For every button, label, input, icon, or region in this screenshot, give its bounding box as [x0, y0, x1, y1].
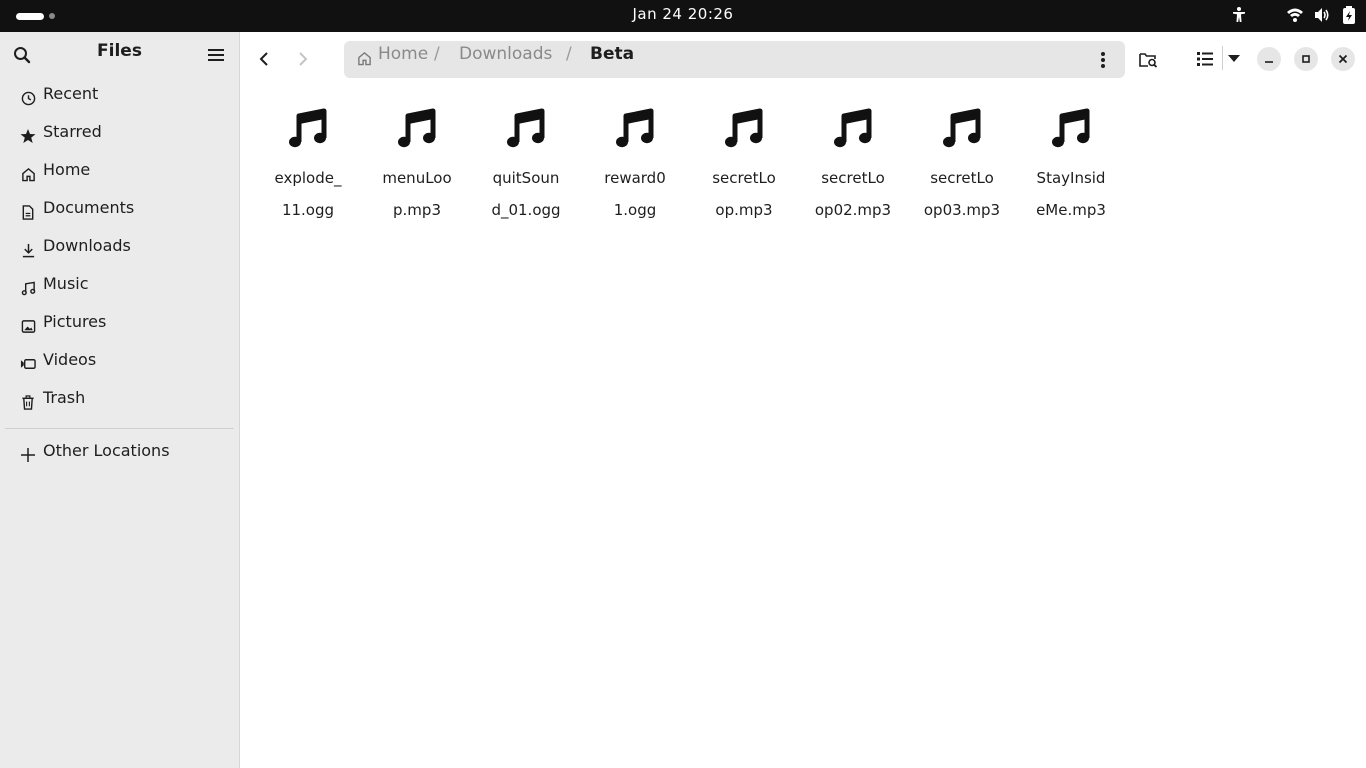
file-name: secretLo op03.mp3 — [923, 169, 1001, 219]
file-item[interactable]: secretLo op.mp3 — [692, 108, 796, 226]
chevron-down-icon — [1228, 55, 1240, 62]
battery-icon[interactable] — [1342, 6, 1356, 24]
more-options-icon[interactable] — [1100, 51, 1106, 73]
music-icon — [20, 280, 36, 296]
view-options-dropdown[interactable] — [1226, 50, 1242, 68]
sidebar-item-label: Videos — [43, 350, 97, 369]
audio-file-icon — [365, 108, 469, 164]
video-icon — [20, 356, 36, 372]
document-icon — [20, 204, 36, 220]
path-bar[interactable]: Home / Downloads / Beta — [344, 41, 1125, 78]
breadcrumb-separator: / — [566, 44, 572, 64]
wifi-icon[interactable] — [1286, 7, 1304, 23]
plus-icon — [20, 447, 36, 463]
folder-search-icon — [1138, 52, 1157, 68]
minimize-button[interactable] — [1257, 47, 1281, 71]
file-name: menuLoo p.mp3 — [382, 169, 452, 219]
file-name: secretLo op.mp3 — [712, 169, 776, 219]
file-name: explode_ 11.ogg — [274, 169, 342, 219]
search-folder-button[interactable] — [1137, 48, 1159, 70]
chevron-left-icon — [259, 52, 268, 66]
breadcrumb-current[interactable]: Beta — [590, 44, 634, 64]
file-name: quitSoun d_01.ogg — [491, 169, 561, 219]
sidebar: Files Recent Starred Home Documents Down… — [0, 32, 240, 768]
chevron-right-icon — [299, 52, 308, 66]
sidebar-item-videos[interactable]: Videos — [0, 344, 239, 382]
sidebar-item-label: Documents — [43, 198, 135, 217]
forward-button[interactable] — [292, 48, 314, 70]
maximize-icon — [1302, 55, 1310, 63]
sidebar-header: Files — [0, 32, 239, 78]
sidebar-item-music[interactable]: Music — [0, 268, 239, 306]
sidebar-item-label: Other Locations — [43, 441, 170, 460]
sidebar-item-label: Pictures — [43, 312, 107, 331]
sidebar-item-label: Trash — [43, 388, 86, 407]
file-name: StayInsid eMe.mp3 — [1036, 169, 1106, 219]
app-title: Files — [97, 41, 142, 61]
file-item[interactable]: secretLo op03.mp3 — [910, 108, 1014, 226]
file-item[interactable]: StayInsid eMe.mp3 — [1019, 108, 1123, 226]
list-view-button[interactable] — [1194, 48, 1216, 70]
sidebar-item-downloads[interactable]: Downloads — [0, 230, 239, 268]
audio-file-icon — [910, 108, 1014, 164]
minimize-icon — [1265, 61, 1273, 63]
download-icon — [20, 242, 36, 258]
clock-icon — [20, 90, 36, 106]
audio-file-icon — [256, 108, 360, 164]
hamburger-menu-icon[interactable] — [207, 47, 225, 67]
audio-file-icon — [801, 108, 905, 164]
home-icon — [20, 166, 36, 182]
audio-file-icon — [583, 108, 687, 164]
file-item[interactable]: secretLo op02.mp3 — [801, 108, 905, 226]
audio-file-icon — [1019, 108, 1123, 164]
breadcrumb-separator: / — [434, 44, 440, 64]
clock[interactable]: Jan 24 20:26 — [0, 5, 1366, 23]
file-name: reward0 1.ogg — [604, 169, 666, 219]
audio-file-icon — [474, 108, 578, 164]
sidebar-item-trash[interactable]: Trash — [0, 382, 239, 420]
file-item[interactable]: menuLoo p.mp3 — [365, 108, 469, 226]
home-icon — [357, 51, 372, 70]
sidebar-item-home[interactable]: Home — [0, 154, 239, 192]
file-name: secretLo op02.mp3 — [814, 169, 892, 219]
sidebar-item-other-locations[interactable]: Other Locations — [0, 435, 239, 473]
list-view-icon — [1197, 52, 1213, 66]
close-button[interactable] — [1331, 47, 1355, 71]
breadcrumb-home[interactable]: Home — [378, 44, 428, 64]
view-divider — [1222, 46, 1223, 70]
back-button[interactable] — [253, 48, 275, 70]
system-tray[interactable] — [1230, 6, 1356, 24]
breadcrumb-downloads[interactable]: Downloads — [459, 44, 552, 64]
sidebar-item-recent[interactable]: Recent — [0, 78, 239, 116]
sidebar-item-label: Starred — [43, 122, 102, 141]
file-item[interactable]: explode_ 11.ogg — [256, 108, 360, 226]
sidebar-divider — [5, 428, 234, 429]
sidebar-item-label: Recent — [43, 84, 99, 103]
sidebar-item-documents[interactable]: Documents — [0, 192, 239, 230]
volume-icon[interactable] — [1314, 7, 1332, 23]
sidebar-item-starred[interactable]: Starred — [0, 116, 239, 154]
trash-icon — [20, 394, 36, 410]
file-item[interactable]: reward0 1.ogg — [583, 108, 687, 226]
audio-file-icon — [692, 108, 796, 164]
sidebar-item-label: Music — [43, 274, 89, 293]
top-bar: Jan 24 20:26 — [0, 0, 1366, 32]
file-item[interactable]: quitSoun d_01.ogg — [474, 108, 578, 226]
accessibility-icon[interactable] — [1230, 6, 1248, 24]
sidebar-item-pictures[interactable]: Pictures — [0, 306, 239, 344]
close-icon — [1338, 54, 1348, 64]
maximize-button[interactable] — [1294, 47, 1318, 71]
sidebar-item-label: Home — [43, 160, 91, 179]
star-icon — [20, 128, 36, 144]
sidebar-item-label: Downloads — [43, 236, 131, 255]
picture-icon — [20, 318, 36, 334]
